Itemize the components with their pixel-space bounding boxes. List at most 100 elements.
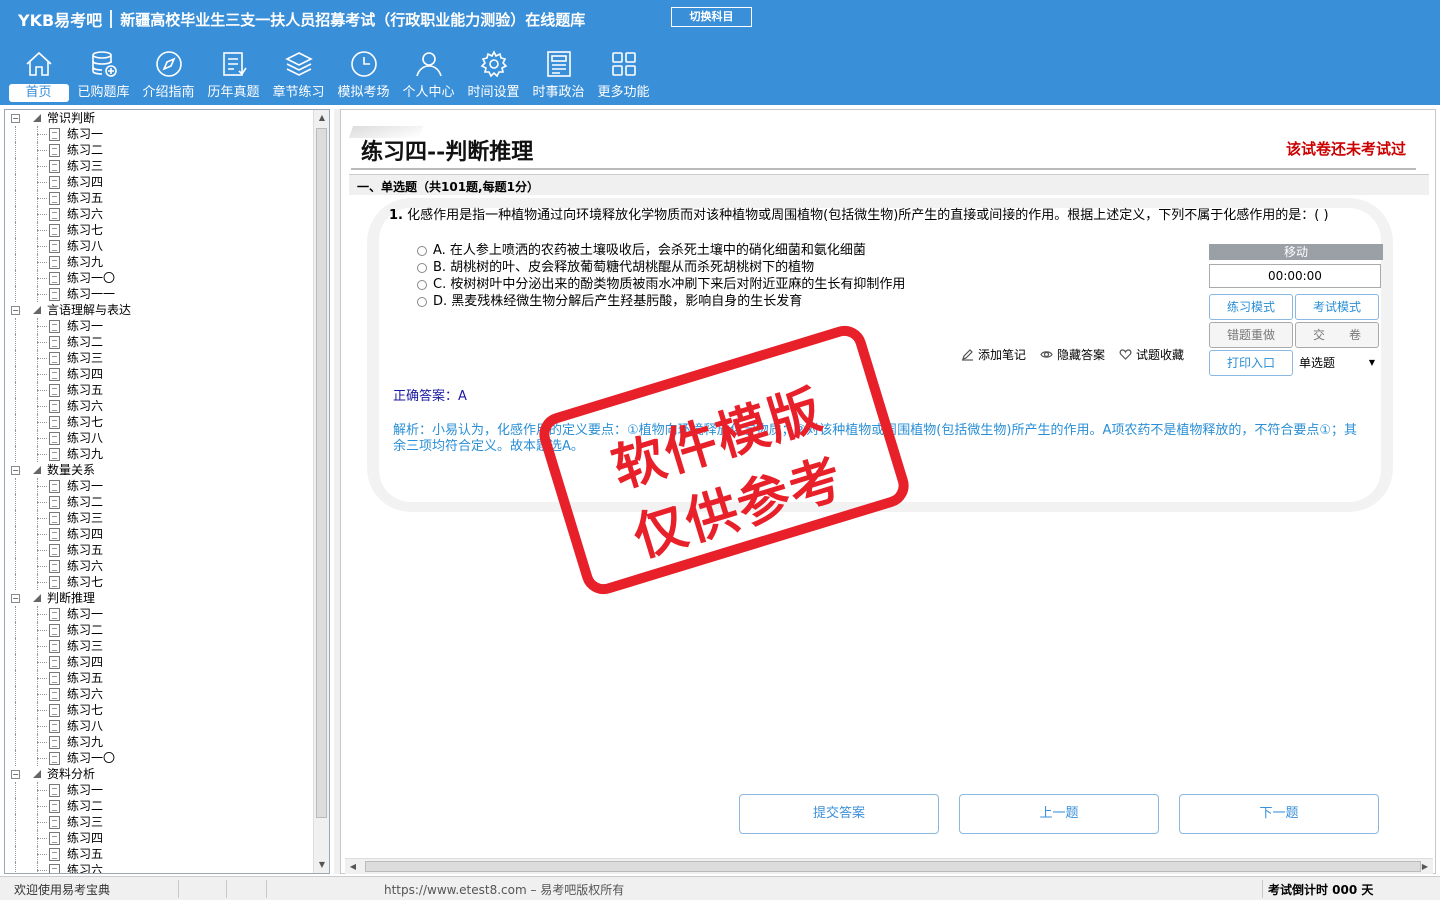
tree-item[interactable]: 练习七 bbox=[5, 702, 313, 718]
submit-paper-button[interactable]: 交 卷 bbox=[1295, 322, 1379, 348]
tree-line bbox=[37, 198, 47, 199]
section-title: 一、单选题（共101题,每题1分） bbox=[357, 180, 539, 194]
nav-chapter-practice[interactable]: 章节练习 bbox=[266, 44, 331, 104]
scroll-up-icon[interactable]: ▲ bbox=[314, 110, 329, 126]
radio-icon[interactable] bbox=[417, 296, 427, 307]
tree-item[interactable]: 练习二 bbox=[5, 142, 313, 158]
tree-item[interactable]: 练习二 bbox=[5, 798, 313, 814]
tree-item[interactable]: 练习六 bbox=[5, 862, 313, 873]
tree-item[interactable]: 练习三 bbox=[5, 814, 313, 830]
nav-mock-exam[interactable]: 模拟考场 bbox=[331, 44, 396, 104]
nav-time-settings[interactable]: 时间设置 bbox=[461, 44, 526, 104]
tree-item[interactable]: 练习五 bbox=[5, 846, 313, 862]
tree-item[interactable]: 练习九 bbox=[5, 254, 313, 270]
tree-item[interactable]: 练习六 bbox=[5, 558, 313, 574]
tree-item[interactable]: 练习二 bbox=[5, 494, 313, 510]
practice-mode-button[interactable]: 练习模式 bbox=[1209, 294, 1293, 320]
tree-category[interactable]: − 言语理解与表达 bbox=[5, 302, 313, 318]
tree-category[interactable]: − 资料分析 bbox=[5, 766, 313, 782]
tree-item[interactable]: 练习七 bbox=[5, 574, 313, 590]
tree-item[interactable]: 练习五 bbox=[5, 190, 313, 206]
tree-item[interactable]: 练习三 bbox=[5, 638, 313, 654]
tree-scroll-thumb[interactable] bbox=[316, 128, 327, 818]
tree-item[interactable]: 练习六 bbox=[5, 206, 313, 222]
tree-item[interactable]: 练习一 bbox=[5, 318, 313, 334]
tree-item[interactable]: 练习一 bbox=[5, 126, 313, 142]
tree-category[interactable]: − 数量关系 bbox=[5, 462, 313, 478]
nav-current-affairs[interactable]: 时事政治 bbox=[526, 44, 591, 104]
tree-item[interactable]: 练习四 bbox=[5, 830, 313, 846]
tree-item[interactable]: 练习三 bbox=[5, 510, 313, 526]
scroll-right-icon[interactable]: ▶ bbox=[1417, 859, 1433, 875]
tree-item[interactable]: 练习三 bbox=[5, 350, 313, 366]
add-note-button[interactable]: 添加笔记 bbox=[961, 346, 1026, 363]
tree-item[interactable]: 练习一 bbox=[5, 782, 313, 798]
nav-past-papers[interactable]: 历年真题 bbox=[201, 44, 266, 104]
scroll-down-icon[interactable]: ▼ bbox=[314, 857, 329, 873]
tree-item[interactable]: 练习九 bbox=[5, 734, 313, 750]
collapse-icon[interactable]: − bbox=[11, 114, 20, 123]
timer-move-handle[interactable]: 移动 bbox=[1209, 244, 1383, 260]
tree-line bbox=[15, 862, 16, 873]
tree-item[interactable]: 练习二 bbox=[5, 334, 313, 350]
next-question-button[interactable]: 下一题 bbox=[1179, 794, 1379, 834]
option-c[interactable]: C. 桉树树叶中分泌出来的酚类物质被雨水冲刷下来后对附近亚麻的生长有抑制作用 bbox=[417, 276, 905, 293]
tree-item[interactable]: 练习八 bbox=[5, 718, 313, 734]
radio-icon[interactable] bbox=[417, 262, 427, 273]
switch-subject-button[interactable]: 切换科目 bbox=[671, 7, 752, 27]
tree-item[interactable]: 练习六 bbox=[5, 398, 313, 414]
radio-icon[interactable] bbox=[417, 245, 427, 256]
option-b[interactable]: B. 胡桃树的叶、皮会释放葡萄糖代胡桃醌从而杀死胡桃树下的植物 bbox=[417, 259, 814, 276]
hide-answer-button[interactable]: 隐藏答案 bbox=[1040, 346, 1105, 363]
tree-item[interactable]: 练习四 bbox=[5, 526, 313, 542]
user-icon bbox=[415, 52, 442, 77]
tree-item[interactable]: 练习五 bbox=[5, 382, 313, 398]
tree-item[interactable]: 练习五 bbox=[5, 542, 313, 558]
collapse-icon[interactable]: − bbox=[11, 770, 20, 779]
tree-item[interactable]: 练习六 bbox=[5, 686, 313, 702]
tree-item[interactable]: 练习一一 bbox=[5, 286, 313, 302]
tree-item[interactable]: 练习四 bbox=[5, 174, 313, 190]
collapse-icon[interactable]: − bbox=[11, 306, 20, 315]
tree-scrollbar[interactable]: ▲ ▼ bbox=[313, 110, 329, 873]
tree-item[interactable]: 练习一〇 bbox=[5, 750, 313, 766]
option-a[interactable]: A. 在人参上喷洒的农药被土壤吸收后，会杀死土壤中的硝化细菌和氨化细菌 bbox=[417, 242, 866, 259]
nav-more-features[interactable]: 更多功能 bbox=[591, 44, 656, 104]
tree-item[interactable]: 练习五 bbox=[5, 670, 313, 686]
print-button[interactable]: 打印入口 bbox=[1209, 350, 1293, 376]
tree-category[interactable]: − 常识判断 bbox=[5, 110, 313, 126]
tree-item[interactable]: 练习九 bbox=[5, 446, 313, 462]
tree-item[interactable]: 练习八 bbox=[5, 430, 313, 446]
scroll-left-icon[interactable]: ◀ bbox=[345, 859, 361, 875]
status-divider bbox=[266, 880, 267, 898]
nav-home[interactable]: 首页 bbox=[6, 44, 71, 104]
nav-purchased[interactable]: 已购题库 bbox=[71, 44, 136, 104]
collapse-icon[interactable]: − bbox=[11, 466, 20, 475]
previous-question-button[interactable]: 上一题 bbox=[959, 794, 1159, 834]
horizontal-scroll-thumb[interactable] bbox=[365, 861, 1421, 872]
tree-item[interactable]: 练习二 bbox=[5, 622, 313, 638]
add-note-label: 添加笔记 bbox=[978, 348, 1027, 362]
submit-answer-button[interactable]: 提交答案 bbox=[739, 794, 939, 834]
tree-item[interactable]: 练习一 bbox=[5, 478, 313, 494]
tree-item[interactable]: 练习一 bbox=[5, 606, 313, 622]
tree-category[interactable]: − 判断推理 bbox=[5, 590, 313, 606]
collapse-icon[interactable]: − bbox=[11, 594, 20, 603]
tree-item[interactable]: 练习四 bbox=[5, 366, 313, 382]
nav-personal-center[interactable]: 个人中心 bbox=[396, 44, 461, 104]
redo-wrong-button[interactable]: 错题重做 bbox=[1209, 322, 1293, 348]
tree-item[interactable]: 练习三 bbox=[5, 158, 313, 174]
option-d[interactable]: D. 黑麦残株经微生物分解后产生羟基肟酸，影响自身的生长发育 bbox=[417, 293, 802, 310]
question-type-select[interactable]: 单选题 ▼ bbox=[1295, 350, 1379, 376]
radio-icon[interactable] bbox=[417, 279, 427, 290]
tree-item[interactable]: 练习七 bbox=[5, 414, 313, 430]
tree-item[interactable]: 练习一〇 bbox=[5, 270, 313, 286]
tree-item[interactable]: 练习七 bbox=[5, 222, 313, 238]
tree-item[interactable]: 练习四 bbox=[5, 654, 313, 670]
favorite-button[interactable]: 试题收藏 bbox=[1119, 346, 1184, 363]
tree-item[interactable]: 练习八 bbox=[5, 238, 313, 254]
horizontal-scrollbar[interactable]: ◀ ▶ bbox=[345, 858, 1433, 874]
nav-guide[interactable]: 介绍指南 bbox=[136, 44, 201, 104]
tree-line bbox=[15, 414, 16, 430]
exam-mode-button[interactable]: 考试模式 bbox=[1295, 294, 1379, 320]
